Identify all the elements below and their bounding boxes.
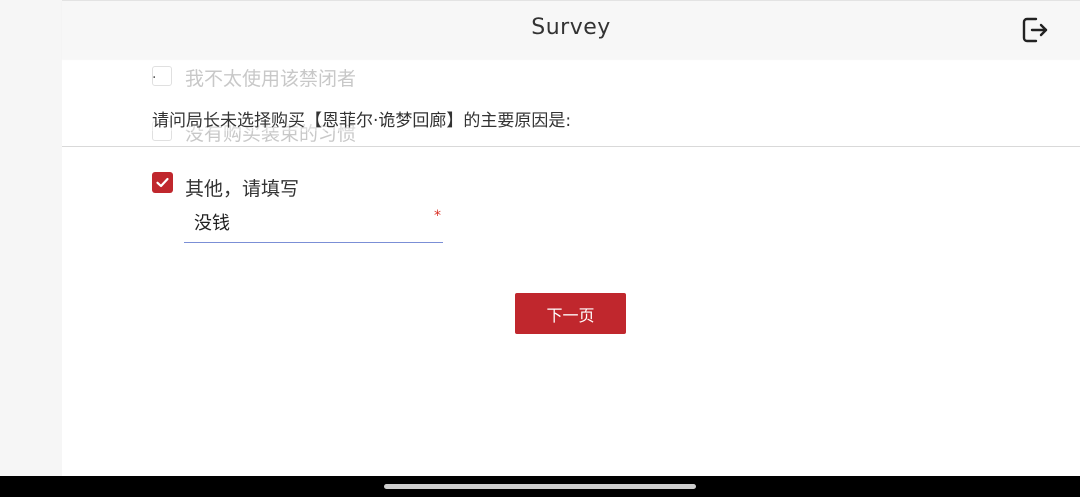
option-label: 我不太使用该禁闭者 [185, 68, 357, 90]
required-mark: * [434, 208, 441, 224]
divider [62, 146, 1080, 147]
home-indicator[interactable] [384, 484, 696, 489]
page-title: Survey [531, 15, 611, 40]
left-gutter [0, 0, 62, 476]
question-marker: · [152, 70, 157, 86]
system-nav-bar [0, 476, 1080, 497]
question-text: 请问局长未选择购买【恩菲尔·诡梦回廊】的主要原因是: [152, 106, 572, 131]
next-page-button[interactable]: 下一页 [515, 293, 626, 334]
other-input[interactable] [184, 204, 434, 240]
logout-icon[interactable] [1020, 15, 1050, 45]
option-label: 其他，请填写 [185, 178, 300, 200]
other-text-field[interactable]: * [184, 204, 443, 243]
checkbox-checked[interactable] [152, 172, 173, 193]
app-header: Survey [62, 0, 1080, 59]
checkmark-icon [156, 177, 169, 188]
